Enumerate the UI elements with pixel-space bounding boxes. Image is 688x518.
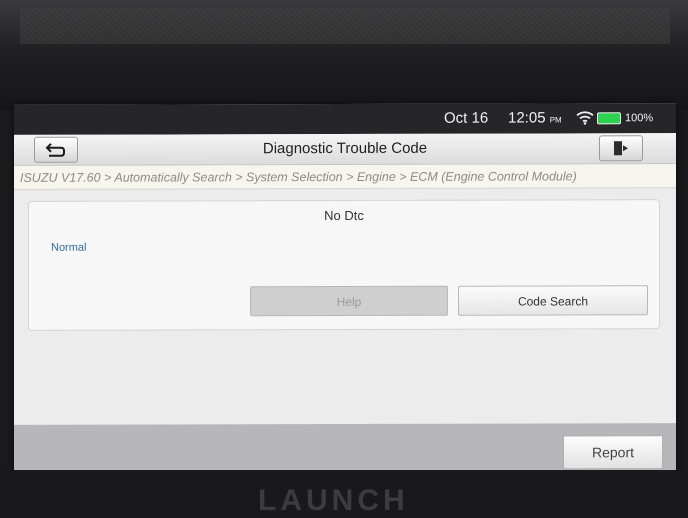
bottom-toolbar: Report: [14, 423, 676, 475]
dtc-header: No Dtc: [324, 207, 364, 224]
device-screen: Oct 16 12:05 PM 100% Diagnostic Trouble …: [14, 103, 676, 475]
help-button[interactable]: Help: [250, 285, 448, 317]
page-title: Diagnostic Trouble Code: [262, 139, 428, 158]
status-bar: Oct 16 12:05 PM 100%: [14, 103, 676, 135]
status-date: Oct 16: [444, 109, 489, 127]
battery-percentage: 100%: [625, 112, 654, 125]
status-ampm: PM: [549, 115, 562, 125]
exit-button[interactable]: [599, 135, 643, 162]
device-bezel-top: [0, 0, 688, 110]
device-brand-logo: LAUNCH: [258, 484, 409, 517]
title-bar: Diagnostic Trouble Code: [14, 133, 676, 166]
battery-full-icon: [597, 112, 621, 125]
report-button[interactable]: Report: [563, 435, 663, 470]
exit-icon: [614, 141, 628, 156]
status-clock: 12:05: [508, 109, 546, 127]
dtc-status: Normal: [51, 241, 87, 254]
wifi-icon: [576, 111, 594, 125]
status-time: 12:05 PM: [508, 109, 562, 126]
breadcrumb: ISUZU V17.60 > Automatically Search > Sy…: [14, 164, 676, 190]
content-area: No Dtc Normal Help Code Search: [14, 189, 676, 425]
code-search-button[interactable]: Code Search: [458, 285, 648, 316]
dtc-result-card: No Dtc Normal Help Code Search: [28, 199, 660, 331]
